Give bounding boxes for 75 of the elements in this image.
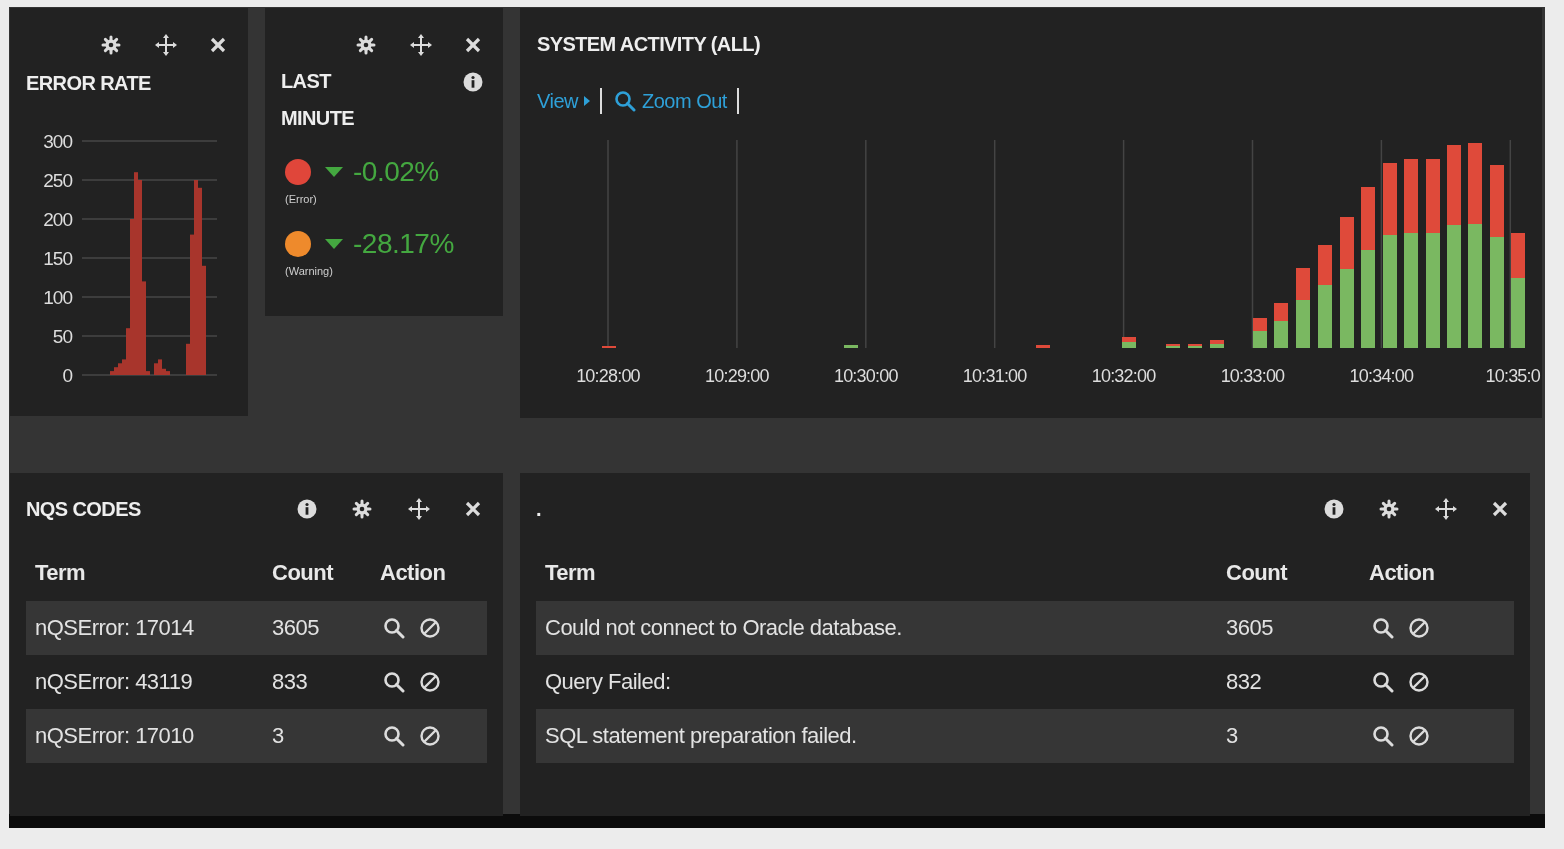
axis-label: 10:35:0 xyxy=(1485,366,1540,386)
panel-title: . xyxy=(536,497,542,521)
axis-label: 200 xyxy=(43,209,72,230)
table-cell-text: nQSError: 43119 xyxy=(34,668,194,696)
axis-label: 10:28:00 xyxy=(576,366,640,386)
panel-title: NQS CODES xyxy=(26,497,142,521)
move-icon[interactable] xyxy=(154,33,178,57)
axis-label: 50 xyxy=(52,326,72,347)
table-cell-text: 833 xyxy=(271,668,309,696)
axis-label: 0 xyxy=(62,365,72,386)
settings-icon[interactable] xyxy=(1378,498,1400,520)
column-header: Action xyxy=(1368,559,1436,587)
search-icon[interactable] xyxy=(614,90,636,112)
metric-label: (Error) xyxy=(285,193,317,205)
panel-title: LAST MINUTE xyxy=(281,69,356,131)
info-icon[interactable] xyxy=(463,72,483,92)
axis-label: 300 xyxy=(43,131,72,152)
metric-label: (Warning) xyxy=(285,265,333,277)
zoom-out-link[interactable]: Zoom Out xyxy=(614,88,739,114)
table-cell: 3 xyxy=(263,709,371,763)
panel-title: ERROR RATE xyxy=(26,72,152,95)
column-header: Count xyxy=(1225,559,1289,587)
block-icon[interactable] xyxy=(1408,671,1430,693)
panel-title: SYSTEM ACTIVITY (ALL) xyxy=(537,33,761,56)
block-icon[interactable] xyxy=(1408,725,1430,747)
axis-label: 100 xyxy=(43,287,72,308)
column-header: Count xyxy=(271,559,335,587)
close-icon[interactable] xyxy=(210,37,226,53)
table-cell: nQSError: 17014 xyxy=(26,601,263,655)
search-icon[interactable] xyxy=(383,725,405,747)
column-header: Term xyxy=(34,559,87,587)
axis-label: 150 xyxy=(43,248,72,269)
axis-label: 10:31:00 xyxy=(962,366,1027,386)
close-icon[interactable] xyxy=(465,37,481,53)
search-icon[interactable] xyxy=(1372,617,1394,639)
settings-icon[interactable] xyxy=(351,498,373,520)
move-icon[interactable] xyxy=(409,33,433,57)
move-icon[interactable] xyxy=(1434,497,1458,521)
table-cell: Could not connect to Oracle database. xyxy=(536,601,1217,655)
table-cell: 3605 xyxy=(1217,601,1360,655)
settings-icon[interactable] xyxy=(355,34,377,56)
down-triangle-icon xyxy=(325,167,343,177)
search-icon[interactable] xyxy=(1372,725,1394,747)
axis-label: 10:29:00 xyxy=(705,366,769,386)
table-cell: SQL statement preparation failed. xyxy=(536,709,1217,763)
search-icon[interactable] xyxy=(1372,671,1394,693)
block-icon[interactable] xyxy=(1408,617,1430,639)
close-icon[interactable] xyxy=(1492,501,1508,517)
metric-value: -0.02% xyxy=(353,156,439,188)
table-cell-text: Query Failed: xyxy=(544,668,672,696)
table-cell: 3605 xyxy=(263,601,371,655)
axis-label: 10:32:00 xyxy=(1091,366,1156,386)
search-icon[interactable] xyxy=(383,671,405,693)
settings-icon[interactable] xyxy=(100,34,122,56)
block-icon[interactable] xyxy=(419,617,441,639)
axis-label: 10:33:00 xyxy=(1220,366,1285,386)
axis-label: 250 xyxy=(43,170,72,191)
info-icon[interactable] xyxy=(1324,499,1344,519)
down-triangle-icon xyxy=(325,239,343,249)
caret-icon xyxy=(584,96,590,106)
axis-label: 10:30:00 xyxy=(833,366,898,386)
metric-value: -28.17% xyxy=(353,228,454,260)
close-icon[interactable] xyxy=(465,501,481,517)
table-cell-text: 832 xyxy=(1225,668,1263,696)
table-cell: 3 xyxy=(1217,709,1360,763)
block-icon[interactable] xyxy=(419,725,441,747)
column-header: Term xyxy=(544,559,597,587)
axis-label: 10:34:00 xyxy=(1349,366,1414,386)
move-icon[interactable] xyxy=(407,497,431,521)
column-header: Action xyxy=(379,559,447,587)
search-icon[interactable] xyxy=(383,617,405,639)
block-icon[interactable] xyxy=(419,671,441,693)
info-icon[interactable] xyxy=(297,499,317,519)
view-menu-link[interactable]: View xyxy=(537,88,602,114)
table-cell: nQSError: 17010 xyxy=(26,709,263,763)
